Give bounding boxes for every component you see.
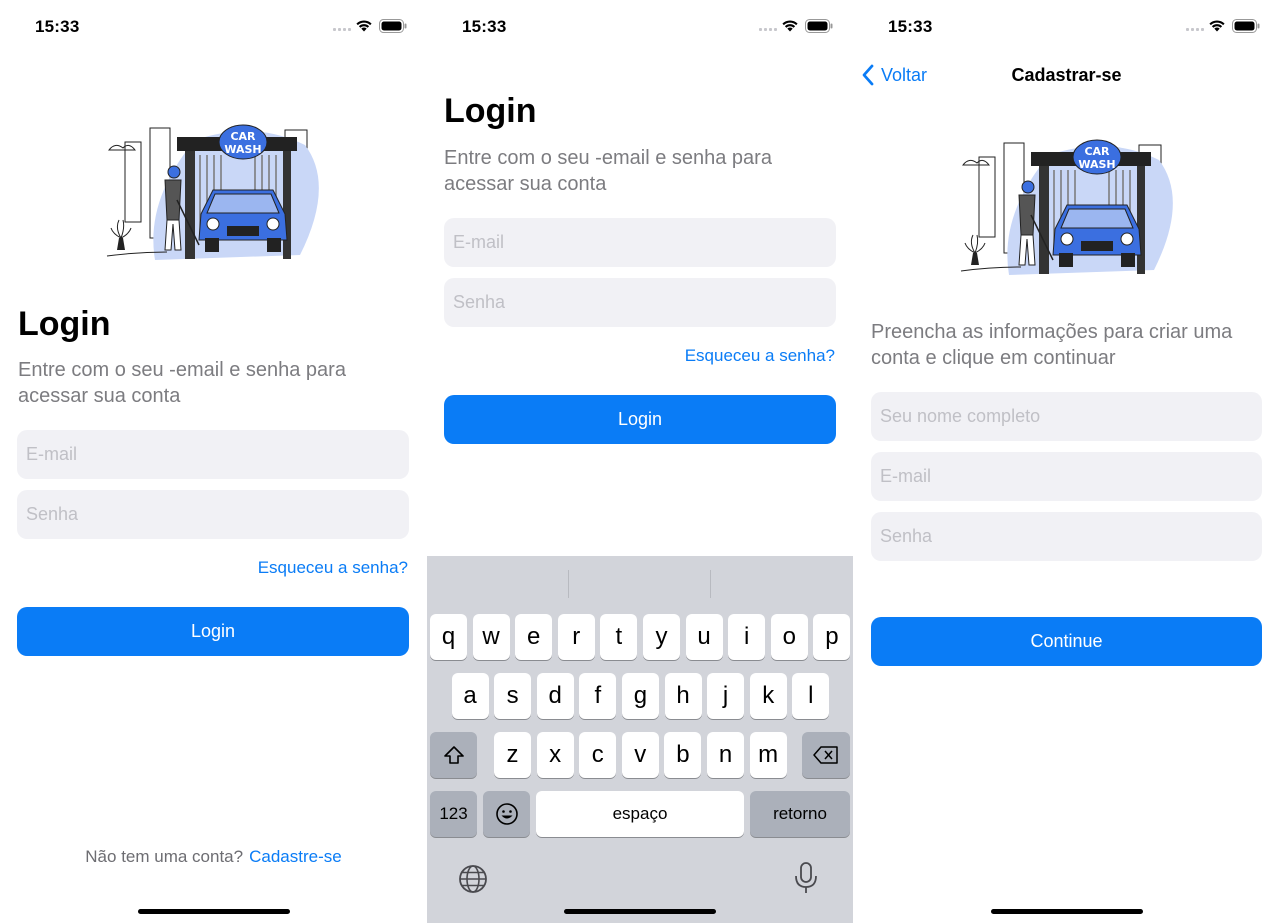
signup-screen: 15:33 Voltar Cadastrar-se CAR WASH Preen… — [853, 0, 1280, 923]
key-6[interactable]: u — [685, 614, 723, 660]
name-input[interactable] — [871, 392, 1262, 441]
password-field[interactable] — [444, 278, 836, 327]
sign-car-text: CAR — [230, 130, 256, 143]
key-9[interactable]: p — [813, 614, 851, 660]
battery-icon — [805, 19, 833, 33]
key-1[interactable]: w — [472, 614, 510, 660]
numbers-key[interactable]: 123 — [430, 791, 477, 837]
email-input[interactable] — [444, 218, 836, 267]
password-input[interactable] — [17, 490, 409, 539]
home-indicator[interactable] — [990, 909, 1143, 914]
login-screen: 15:33 CAR WASH Login Entre com o seu -em… — [0, 0, 427, 923]
login-keyboard-screen: 15:33 Login Entre com o seu -email e sen… — [427, 0, 853, 923]
delete-icon — [813, 746, 838, 764]
key-7[interactable]: i — [728, 614, 766, 660]
key-8[interactable]: l — [792, 673, 830, 719]
key-3[interactable]: r — [557, 614, 595, 660]
key-1[interactable]: s — [494, 673, 532, 719]
key-4[interactable]: g — [621, 673, 659, 719]
cellular-signal-icon — [759, 28, 777, 31]
microphone-icon[interactable] — [793, 861, 819, 895]
key-1[interactable]: x — [536, 732, 574, 778]
forgot-password-link[interactable]: Esqueceu a senha? — [685, 346, 835, 366]
no-account-text: Não tem uma conta? — [85, 847, 244, 866]
emoji-key[interactable] — [483, 791, 530, 837]
page-subtitle: Preencha as informações para criar uma c… — [871, 321, 1233, 369]
password-input[interactable] — [444, 278, 836, 327]
sign-wash-text: WASH — [224, 143, 261, 156]
signup-link[interactable]: Cadastre-se — [249, 847, 342, 866]
keyboard-suggestion-bar[interactable] — [427, 556, 853, 612]
signup-prompt: Não tem uma conta? Cadastre-se — [0, 847, 427, 867]
shift-key[interactable] — [430, 732, 477, 778]
email-input[interactable] — [871, 452, 1262, 501]
battery-icon — [379, 19, 407, 33]
nav-title: Cadastrar-se — [1011, 65, 1122, 85]
key-6[interactable]: j — [707, 673, 745, 719]
continue-button[interactable]: Continue — [871, 617, 1262, 666]
key-2[interactable]: d — [536, 673, 574, 719]
password-input[interactable] — [871, 512, 1262, 561]
forgot-password-link[interactable]: Esqueceu a senha? — [258, 558, 408, 578]
car-wash-illustration: CAR WASH — [960, 139, 1173, 275]
email-field[interactable] — [444, 218, 836, 267]
key-8[interactable]: o — [770, 614, 808, 660]
status-time: 15:33 — [888, 17, 933, 36]
shift-icon — [443, 746, 464, 764]
page-title: Login — [444, 92, 537, 130]
page-subtitle: Entre com o seu -email e senha para aces… — [18, 359, 346, 407]
emoji-icon — [495, 803, 518, 825]
keyboard: qwertyuiop asdfghjkl zxcvbnm 123 espaço … — [427, 556, 853, 923]
navigation-bar: Voltar Cadastrar-se — [853, 54, 1280, 98]
page-title: Login — [18, 305, 111, 343]
key-2[interactable]: e — [515, 614, 553, 660]
key-5[interactable]: n — [707, 732, 744, 778]
delete-key[interactable] — [802, 732, 850, 778]
key-7[interactable]: k — [749, 673, 787, 719]
status-time: 15:33 — [462, 17, 507, 36]
status-bar: 15:33 — [427, 0, 853, 54]
key-2[interactable]: c — [579, 732, 617, 778]
status-time: 15:33 — [35, 17, 80, 36]
home-indicator[interactable] — [137, 909, 290, 914]
login-button[interactable]: Login — [444, 395, 836, 444]
password-field[interactable] — [871, 512, 1262, 561]
globe-icon[interactable] — [457, 863, 489, 895]
key-0[interactable]: z — [494, 732, 531, 778]
wifi-icon — [782, 20, 798, 32]
key-0[interactable]: q — [430, 614, 467, 660]
key-5[interactable]: h — [664, 673, 702, 719]
key-4[interactable]: b — [664, 732, 702, 778]
key-4[interactable]: t — [600, 614, 638, 660]
sign-car-text: CAR — [1084, 145, 1110, 158]
space-key[interactable]: espaço — [536, 791, 744, 837]
password-field[interactable] — [17, 490, 409, 539]
sign-wash-text: WASH — [1078, 158, 1115, 171]
home-indicator[interactable] — [564, 909, 716, 914]
key-3[interactable]: v — [621, 732, 659, 778]
wifi-icon — [356, 20, 372, 32]
cellular-signal-icon — [333, 28, 351, 31]
email-field[interactable] — [871, 452, 1262, 501]
key-6[interactable]: m — [749, 732, 787, 778]
car-wash-illustration: CAR WASH — [106, 124, 319, 260]
key-0[interactable]: a — [451, 673, 489, 719]
login-button[interactable]: Login — [17, 607, 409, 656]
return-key[interactable]: retorno — [750, 791, 850, 837]
email-input[interactable] — [17, 430, 409, 479]
wifi-icon — [1209, 20, 1225, 32]
battery-icon — [1232, 19, 1260, 33]
key-3[interactable]: f — [579, 673, 617, 719]
name-field[interactable] — [871, 392, 1262, 441]
status-bar: 15:33 — [853, 0, 1280, 54]
status-bar: 15:33 — [0, 0, 427, 54]
key-5[interactable]: y — [643, 614, 680, 660]
page-subtitle: Entre com o seu -email e senha para aces… — [444, 147, 772, 195]
email-field[interactable] — [17, 430, 409, 479]
cellular-signal-icon — [1186, 28, 1204, 31]
